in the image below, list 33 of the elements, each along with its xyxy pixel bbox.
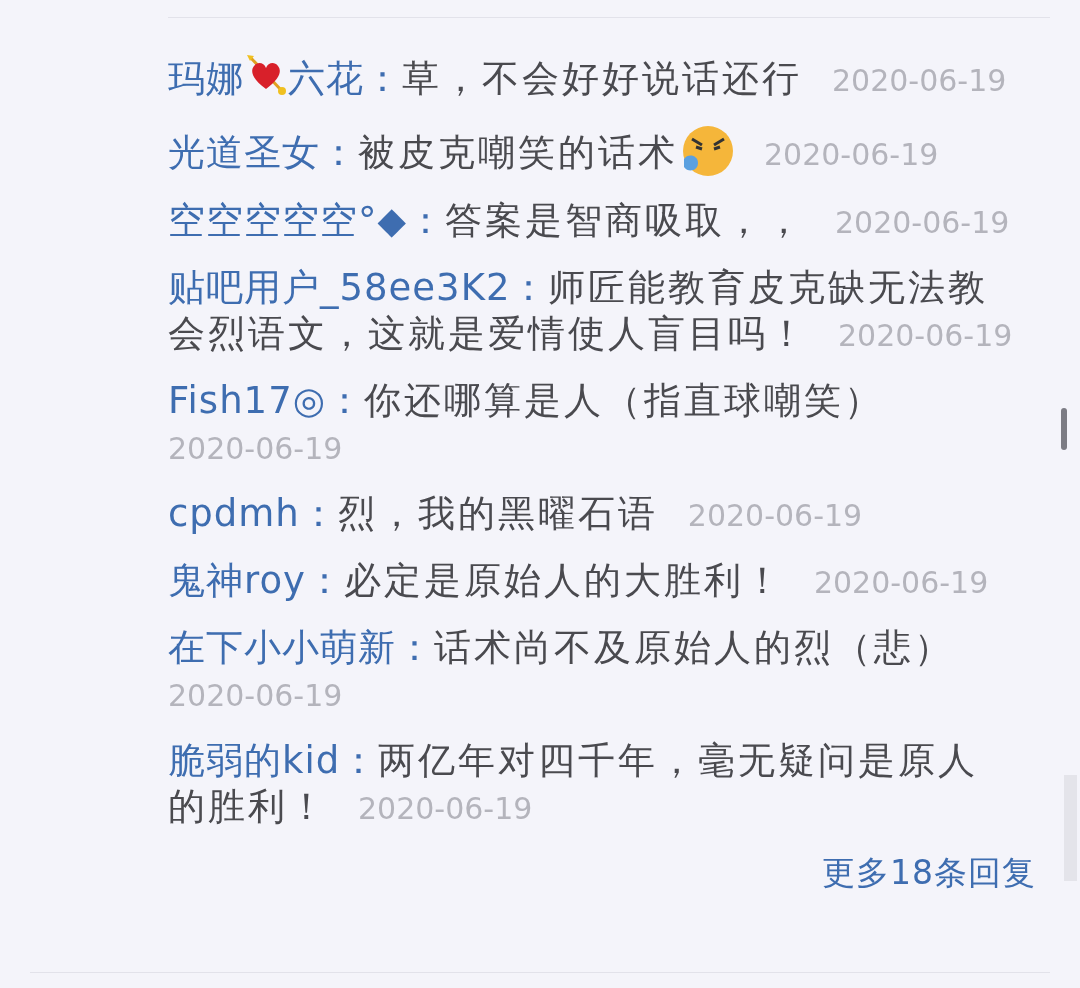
reply-text: 的胜利！ bbox=[168, 785, 329, 828]
reply-date: 2020-06-19 bbox=[832, 62, 1007, 100]
user-name-link[interactable]: 六花： bbox=[288, 57, 402, 100]
user-name-link[interactable]: 在下小小萌新： bbox=[168, 626, 434, 669]
user-name-link[interactable]: 空空空空空°◆： bbox=[168, 199, 445, 242]
scrollbar-thumb[interactable] bbox=[1061, 408, 1067, 450]
user-name-link[interactable]: cpdmh： bbox=[168, 492, 338, 535]
user-name-link[interactable]: 脆弱的kid： bbox=[168, 739, 379, 782]
reply-date: 2020-06-19 bbox=[834, 204, 1010, 242]
reply-date: 2020-06-19 bbox=[168, 677, 343, 715]
reply-text: 必定是原始人的大胜利！ bbox=[343, 559, 785, 602]
reply-text: 烈，我的黑曜石语 bbox=[337, 492, 659, 535]
reply-date: 2020-06-19 bbox=[813, 564, 989, 602]
heart-arrow-icon bbox=[244, 53, 288, 97]
reply-date: 2020-06-19 bbox=[687, 497, 863, 535]
reply-text: 答案是智商吸取，， bbox=[444, 199, 806, 242]
reply-text: 草，不会好好说话还行 bbox=[402, 57, 803, 100]
reply-date: 2020-06-19 bbox=[168, 430, 343, 468]
reply-date: 2020-06-19 bbox=[358, 790, 533, 828]
more-replies-link[interactable]: 更多18条回复 bbox=[822, 851, 1036, 895]
reply-date: 2020-06-19 bbox=[838, 317, 1013, 355]
reply-text: 会烈语文，这就是爱情使人盲目吗！ bbox=[168, 312, 809, 355]
user-name-link[interactable]: 玛娜 bbox=[168, 57, 244, 100]
reply-text: 你还哪算是人（指直球嘲笑） bbox=[363, 379, 885, 422]
reply-text: 师匠能教育皮克缺无法教 bbox=[548, 266, 990, 309]
reply-date: 2020-06-19 bbox=[764, 136, 939, 174]
reply-text: 被皮克嘲笑的话术 bbox=[358, 131, 679, 174]
reply-text: 话术尚不及原始人的烈（悲） bbox=[434, 626, 955, 669]
user-name-link[interactable]: 贴吧用户_58ee3K2： bbox=[168, 266, 549, 309]
reply-text: 两亿年对四千年，毫无疑问是原人 bbox=[378, 739, 980, 782]
user-name-link[interactable]: 光道圣女： bbox=[168, 131, 358, 174]
user-name-link[interactable]: 鬼神roy： bbox=[168, 559, 344, 602]
user-name-link[interactable]: Fish17◎： bbox=[168, 379, 364, 422]
